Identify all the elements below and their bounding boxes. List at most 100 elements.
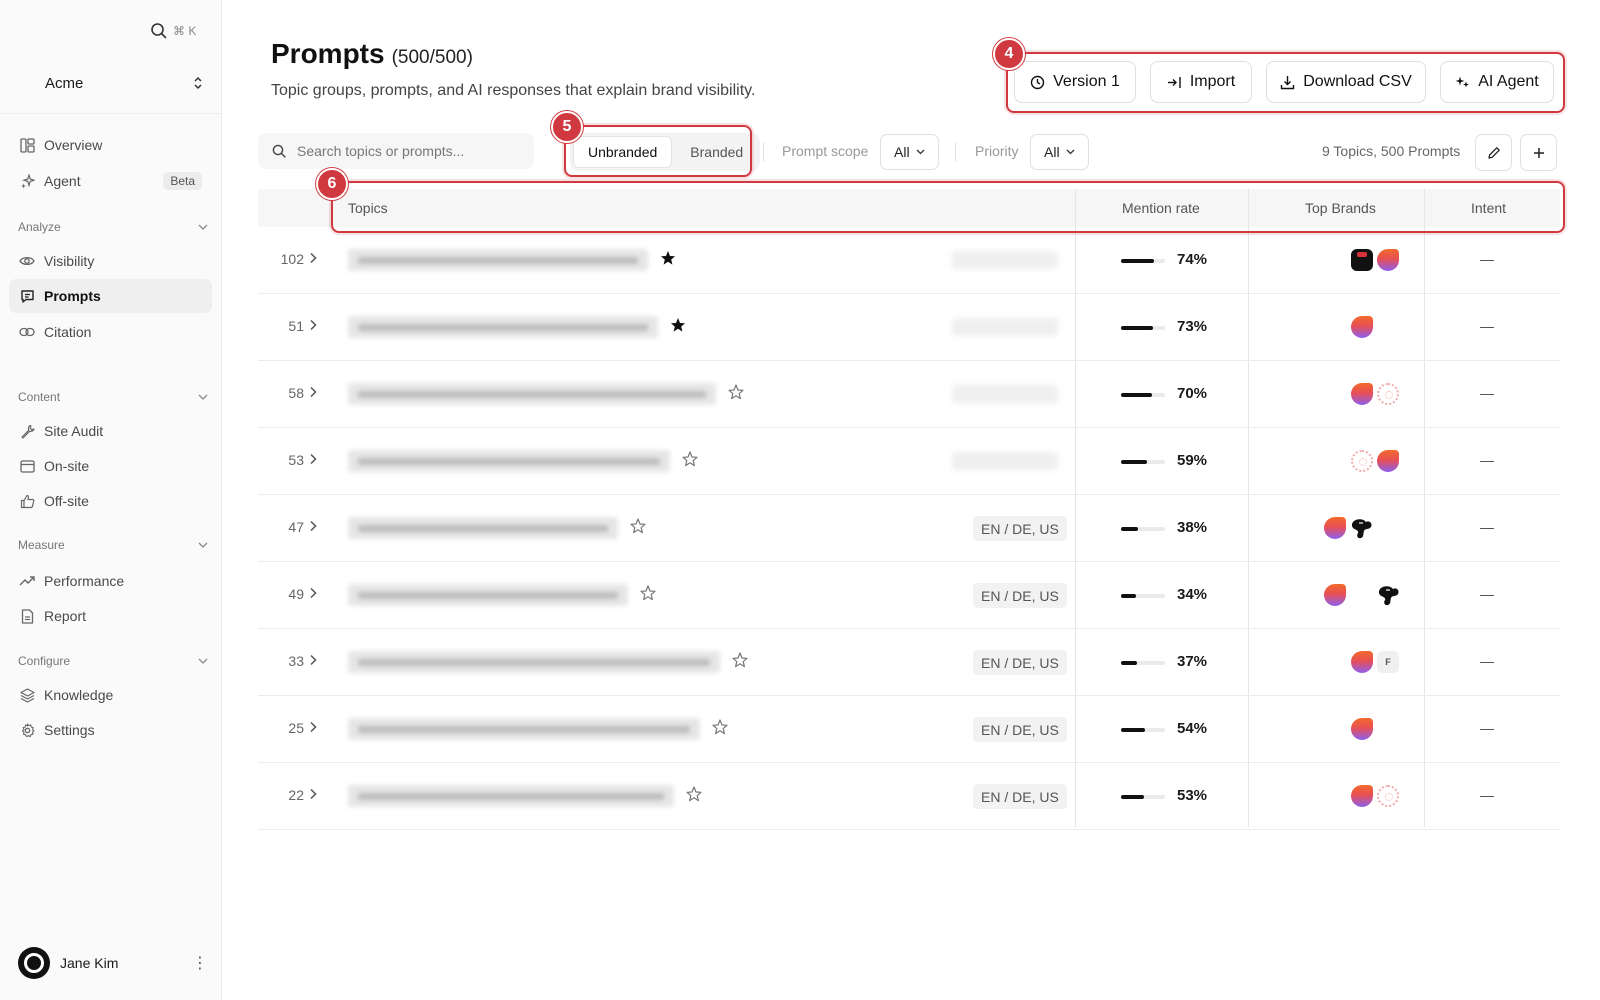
mention-rate-value: 34%	[1177, 586, 1208, 603]
sidebar-item-overview[interactable]: Overview	[9, 128, 212, 162]
star-outline-icon[interactable]	[640, 585, 656, 606]
chevron-right-icon[interactable]	[309, 586, 317, 604]
table-row[interactable]: 47 EN / DE, US 38%	[258, 495, 1560, 562]
search-input[interactable]	[297, 143, 517, 159]
sidebar-item-report[interactable]: Report	[9, 599, 212, 633]
prompt-count: 51	[288, 318, 304, 334]
chevron-right-icon[interactable]	[309, 519, 317, 537]
brand-logo-grad[interactable]	[1324, 584, 1346, 606]
sidebar-item-knowledge[interactable]: Knowledge	[9, 678, 212, 712]
star-outline-icon[interactable]	[686, 786, 702, 807]
topic-name-redacted[interactable]	[348, 383, 716, 405]
brand-logo-grad[interactable]	[1377, 450, 1399, 472]
topic-name-redacted[interactable]	[348, 584, 628, 606]
edit-button[interactable]	[1475, 134, 1512, 171]
chat-icon	[19, 288, 35, 304]
topic-name-redacted[interactable]	[348, 249, 648, 271]
sidebar-item-agent[interactable]: Agent Beta	[9, 164, 212, 198]
table-row[interactable]: 22 EN / DE, US 53%	[258, 763, 1560, 830]
topic-name-redacted[interactable]	[348, 316, 658, 338]
brand-logo-blob[interactable]	[1350, 517, 1376, 539]
chevron-right-icon[interactable]	[309, 385, 317, 403]
brand-logo-grad[interactable]	[1351, 785, 1373, 807]
star-outline-icon[interactable]	[682, 451, 698, 472]
prompt-scope-select[interactable]: All	[880, 134, 939, 170]
table-row[interactable]: 49 EN / DE, US 34%	[258, 562, 1560, 629]
table-row[interactable]: 33 EN / DE, US 37% F	[258, 629, 1560, 696]
priority-value: All	[1044, 144, 1060, 160]
star-outline-icon[interactable]	[712, 719, 728, 740]
section-analyze[interactable]: Analyze	[18, 220, 208, 234]
topic-name-redacted[interactable]	[348, 517, 618, 539]
topic-name-redacted[interactable]	[348, 785, 674, 807]
annotation-box-6	[331, 181, 1565, 233]
sidebar-item-performance[interactable]: Performance	[9, 564, 212, 598]
region-tag: EN / DE, US	[973, 583, 1067, 608]
beta-badge: Beta	[163, 172, 202, 190]
sidebar-item-visibility[interactable]: Visibility	[9, 244, 212, 278]
sidebar-item-on-site[interactable]: On-site	[9, 449, 212, 483]
chevron-right-icon[interactable]	[309, 251, 317, 269]
workspace-switcher[interactable]: Acme	[20, 70, 210, 96]
user-menu[interactable]: Jane Kim ⋮	[18, 946, 208, 980]
table-row[interactable]: 102 74%	[258, 227, 1560, 294]
brand-logo-ring[interactable]	[1351, 450, 1373, 472]
chevron-right-icon[interactable]	[309, 720, 317, 738]
star-filled-icon[interactable]	[660, 250, 676, 271]
browser-icon	[19, 458, 35, 474]
sidebar-search-button[interactable]: ⌘ K	[150, 22, 196, 39]
star-outline-icon[interactable]	[732, 652, 748, 673]
region-tag: EN / DE, US	[973, 650, 1067, 675]
chevron-down-icon	[198, 224, 208, 230]
brand-logo-blob[interactable]	[1377, 584, 1403, 606]
brand-logo-dark[interactable]	[1351, 249, 1373, 271]
sidebar-item-label: On-site	[44, 458, 90, 474]
topic-name-redacted[interactable]	[348, 450, 670, 472]
brand-logo-grad[interactable]	[1351, 316, 1373, 338]
sidebar-item-prompts[interactable]: Prompts	[9, 279, 212, 313]
table-row[interactable]: 53 59%	[258, 428, 1560, 495]
star-outline-icon[interactable]	[728, 384, 744, 405]
sidebar: ⌘ K Acme Overview Agent Beta Analyze Vis…	[0, 0, 222, 1000]
table-row[interactable]: 25 EN / DE, US 54%	[258, 696, 1560, 763]
table-row[interactable]: 51 73%	[258, 294, 1560, 361]
chevron-right-icon[interactable]	[309, 452, 317, 470]
sidebar-item-site-audit[interactable]: Site Audit	[9, 414, 212, 448]
sidebar-item-off-site[interactable]: Off-site	[9, 484, 212, 518]
more-vertical-icon[interactable]: ⋮	[192, 953, 208, 973]
sidebar-item-citation[interactable]: Citation	[9, 315, 212, 349]
star-filled-icon[interactable]	[670, 317, 686, 338]
region-redacted	[952, 318, 1058, 336]
brand-logo-grad[interactable]	[1351, 383, 1373, 405]
brand-logo-ring[interactable]	[1377, 383, 1399, 405]
prompt-count: 53	[288, 452, 304, 468]
add-button[interactable]	[1520, 134, 1557, 171]
chevron-right-icon[interactable]	[309, 787, 317, 805]
table-row[interactable]: 58 70%	[258, 361, 1560, 428]
star-outline-icon[interactable]	[630, 518, 646, 539]
page-title-text: Prompts	[271, 38, 385, 69]
intent-empty	[1480, 461, 1494, 462]
sidebar-item-settings[interactable]: Settings	[9, 713, 212, 747]
chevron-up-down-icon	[194, 76, 202, 90]
mention-rate-fill	[1121, 594, 1136, 598]
brand-logo-grad[interactable]	[1351, 651, 1373, 673]
section-measure[interactable]: Measure	[18, 538, 208, 552]
chevron-right-icon[interactable]	[309, 318, 317, 336]
intent-empty	[1480, 729, 1494, 730]
brand-logo-ring[interactable]	[1377, 785, 1399, 807]
brand-logo-grad[interactable]	[1324, 517, 1346, 539]
priority-select[interactable]: All	[1030, 134, 1089, 170]
region-redacted	[952, 385, 1058, 403]
brand-logo-f[interactable]: F	[1377, 651, 1399, 673]
topic-name-redacted[interactable]	[348, 718, 700, 740]
eye-icon	[19, 253, 35, 269]
brand-logo-grad[interactable]	[1377, 249, 1399, 271]
brand-logo-grad[interactable]	[1351, 718, 1373, 740]
section-configure[interactable]: Configure	[18, 654, 208, 668]
topic-name-redacted[interactable]	[348, 651, 720, 673]
section-content[interactable]: Content	[18, 390, 208, 404]
search-box[interactable]	[258, 133, 534, 169]
trend-icon	[19, 573, 35, 589]
chevron-right-icon[interactable]	[309, 653, 317, 671]
